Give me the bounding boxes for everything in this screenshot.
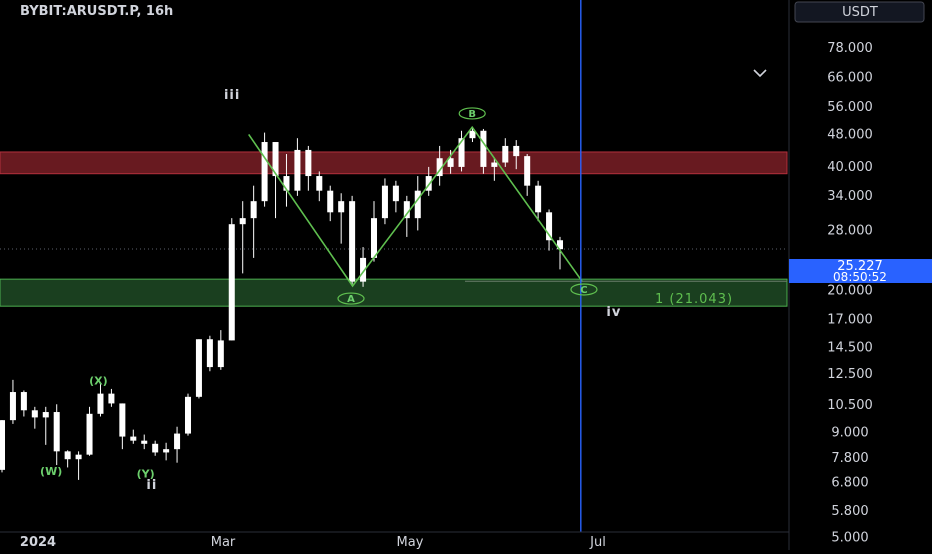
candle-body [294, 149, 301, 191]
candle-body [9, 392, 16, 421]
currency-button[interactable]: USDT [794, 1, 925, 23]
chart-title: BYBIT:ARUSDT.P, 16h [20, 4, 173, 19]
candle-body [163, 449, 170, 453]
fib-level-label: 1 (21.043) [655, 292, 733, 307]
candle-body [228, 224, 235, 341]
y-tick-label: 66.000 [827, 71, 873, 86]
candle [195, 339, 202, 399]
candle-body [338, 201, 345, 213]
candle-body [239, 218, 246, 225]
y-tick-label: 17.000 [827, 312, 873, 327]
candle-body [195, 339, 202, 397]
candle-body [370, 218, 378, 258]
candle-body [152, 443, 159, 453]
wave-label-ii: ii [146, 478, 157, 493]
candle-body [31, 410, 38, 418]
candle-body [513, 145, 520, 157]
wave-label-y: (Y) [137, 467, 155, 480]
y-tick-label: 6.800 [831, 475, 868, 490]
wave-label-w: (W) [40, 465, 62, 478]
candle-body [535, 185, 542, 213]
y-tick-label: 34.000 [827, 189, 873, 204]
candle-body [206, 339, 213, 368]
x-tick-label: May [397, 535, 424, 550]
candle [228, 218, 235, 341]
candle-body [480, 130, 487, 167]
candle-body [327, 190, 334, 213]
y-tick-label: 20.000 [827, 283, 873, 298]
resistance-zone [0, 151, 788, 175]
y-tick-label: 40.000 [827, 160, 873, 175]
candle-body [502, 145, 509, 163]
candle-body [174, 433, 181, 450]
candle-body [469, 130, 476, 139]
candle [261, 132, 268, 207]
x-tick-label: 2024 [20, 535, 56, 550]
x-tick-label: Mar [211, 535, 236, 550]
candle-body [97, 393, 104, 414]
candle-body [108, 393, 115, 404]
candle-body [75, 454, 82, 460]
y-tick-label: 5.000 [831, 530, 868, 545]
y-tick-label: 12.500 [827, 367, 873, 382]
candle-body [53, 412, 60, 452]
candle [86, 406, 93, 456]
candle-body [491, 162, 498, 167]
candle-body [250, 201, 257, 219]
x-tick-label: Jul [589, 535, 606, 550]
candle-body [392, 185, 399, 202]
y-tick-label: 10.500 [827, 398, 873, 413]
wave-label-x: (X) [89, 374, 108, 387]
candle [206, 335, 213, 372]
y-tick-label: 28.000 [827, 223, 873, 238]
y-tick-label: 7.800 [831, 451, 868, 466]
wave-label-iii: iii [224, 88, 240, 103]
candle-body [64, 451, 71, 460]
y-tick-label: 14.500 [827, 341, 873, 356]
candle-body [0, 420, 6, 470]
candle [349, 195, 356, 286]
chart-container[interactable]: iiiiiiv(W)(X)(Y)ABC 130.000110.00094.000… [0, 0, 932, 550]
candle-body [119, 403, 126, 437]
candle-body [130, 436, 137, 441]
wave-label-iv: iv [606, 305, 621, 320]
countdown-timer: 08:50:52 [833, 270, 887, 284]
candle-body [217, 340, 224, 368]
y-tick-label: 9.000 [831, 426, 868, 441]
candle-body [184, 396, 192, 434]
candle-body [524, 156, 531, 186]
candle-body [381, 185, 388, 219]
candle-body [316, 176, 323, 191]
candle [184, 393, 192, 436]
wave-label-text: A [347, 294, 355, 305]
candle-body [86, 413, 93, 455]
wave-label-text: B [468, 109, 476, 120]
y-tick-label: 78.000 [827, 41, 873, 56]
candle-body [20, 392, 27, 411]
wave-label-text: C [580, 285, 587, 296]
currency-label: USDT [842, 5, 878, 20]
last-price-badge: 25.227 08:50:52 [789, 259, 932, 284]
price-chart[interactable]: iiiiiiv(W)(X)(Y)ABC 130.000110.00094.000… [0, 0, 932, 550]
candle-body [305, 149, 312, 177]
y-tick-label: 5.800 [831, 504, 868, 519]
candle-body [349, 201, 356, 282]
candle-body [42, 412, 49, 418]
candle-body [414, 190, 421, 219]
candle-body [261, 142, 268, 202]
candle-body [141, 440, 148, 444]
candle [0, 420, 6, 473]
y-tick-label: 48.000 [827, 127, 873, 142]
y-tick-label: 56.000 [827, 100, 873, 115]
